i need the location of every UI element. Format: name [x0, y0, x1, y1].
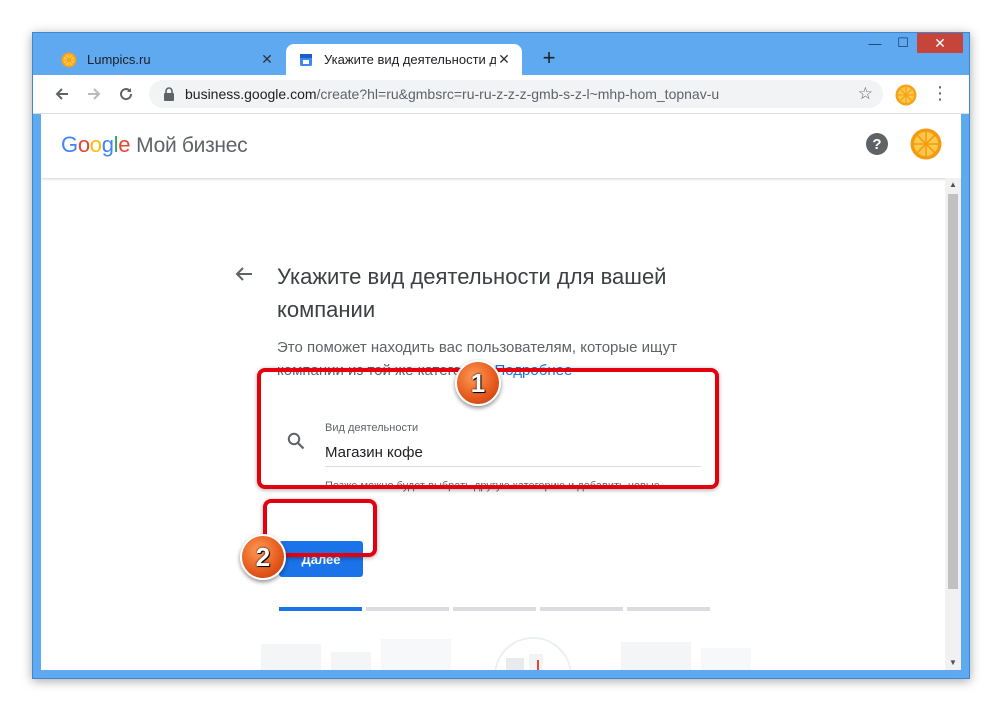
product-name: Мой бизнес	[136, 134, 248, 157]
storefront-illustration	[261, 637, 751, 670]
logo-letter: G	[61, 132, 78, 157]
scroll-down-icon[interactable]: ▼	[945, 656, 961, 670]
page-title: Укажите вид деятельности для вашей компа…	[277, 264, 667, 322]
forward-button[interactable]	[81, 81, 107, 107]
gmb-header: Google Мой бизнес ?	[41, 114, 961, 178]
lock-icon	[164, 87, 174, 101]
bookmark-star-icon[interactable]: ☆	[858, 84, 873, 104]
browser-menu-icon[interactable]: ⋮	[931, 83, 949, 104]
maximize-button[interactable]: ☐	[889, 33, 917, 53]
scroll-thumb[interactable]	[948, 194, 958, 589]
tab-close-icon[interactable]: ✕	[259, 51, 275, 68]
url-host: business.google.com	[185, 86, 317, 102]
logo-letter: o	[77, 132, 90, 157]
back-button[interactable]	[49, 81, 75, 107]
vertical-scrollbar[interactable]: ▲ ▼	[945, 178, 961, 670]
back-arrow-icon	[55, 88, 68, 100]
reload-button[interactable]	[113, 81, 139, 107]
reload-icon	[120, 88, 133, 101]
tab-gmb-create[interactable]: Укажите вид деятельности для ... ✕	[286, 44, 522, 75]
profile-orange-icon[interactable]	[895, 84, 917, 106]
url-path: /create?hl=ru&gmbsrc=ru-ru-z-z-z-gmb-s-z…	[316, 86, 720, 102]
progress-step	[453, 607, 536, 611]
tab-title: Lumpics.ru	[87, 52, 151, 67]
logo-letter: g	[101, 132, 114, 157]
progress-step	[540, 607, 623, 611]
help-icon[interactable]: ?	[866, 133, 888, 155]
minimize-button[interactable]: —	[861, 33, 889, 53]
browser-window: — ☐ ✕ Lumpics.ru ✕ Укажите вид деятельно…	[32, 32, 970, 679]
progress-step	[279, 607, 362, 611]
orange-favicon-icon	[61, 52, 77, 67]
progress-step	[627, 607, 710, 611]
scroll-up-icon[interactable]: ▲	[945, 178, 961, 192]
forward-arrow-icon	[88, 88, 101, 100]
step-badge-1: 1	[455, 360, 501, 406]
logo-letter: o	[89, 132, 102, 157]
tab-title: Укажите вид деятельности для ...	[324, 52, 496, 67]
window-controls: — ☐ ✕	[861, 33, 963, 55]
svg-text:?: ?	[872, 136, 881, 153]
account-avatar-icon[interactable]	[910, 128, 942, 160]
tab-close-icon[interactable]: ✕	[496, 51, 512, 68]
back-arrow-icon[interactable]	[234, 264, 254, 290]
gmb-store-favicon-icon	[300, 53, 312, 66]
progress-step	[366, 607, 449, 611]
close-window-button[interactable]: ✕	[917, 33, 963, 53]
step-badge-2: 2	[240, 534, 286, 580]
tab-lumpics[interactable]: Lumpics.ru ✕	[49, 44, 285, 75]
google-my-business-logo[interactable]: Google Мой бизнес	[61, 132, 248, 158]
browser-toolbar: business.google.com/create?hl=ru&gmbsrc=…	[33, 75, 969, 114]
progress-indicator	[279, 607, 710, 611]
logo-letter: e	[118, 132, 131, 157]
new-tab-button[interactable]: +	[537, 47, 561, 71]
address-bar[interactable]: business.google.com/create?hl=ru&gmbsrc=…	[149, 80, 883, 108]
